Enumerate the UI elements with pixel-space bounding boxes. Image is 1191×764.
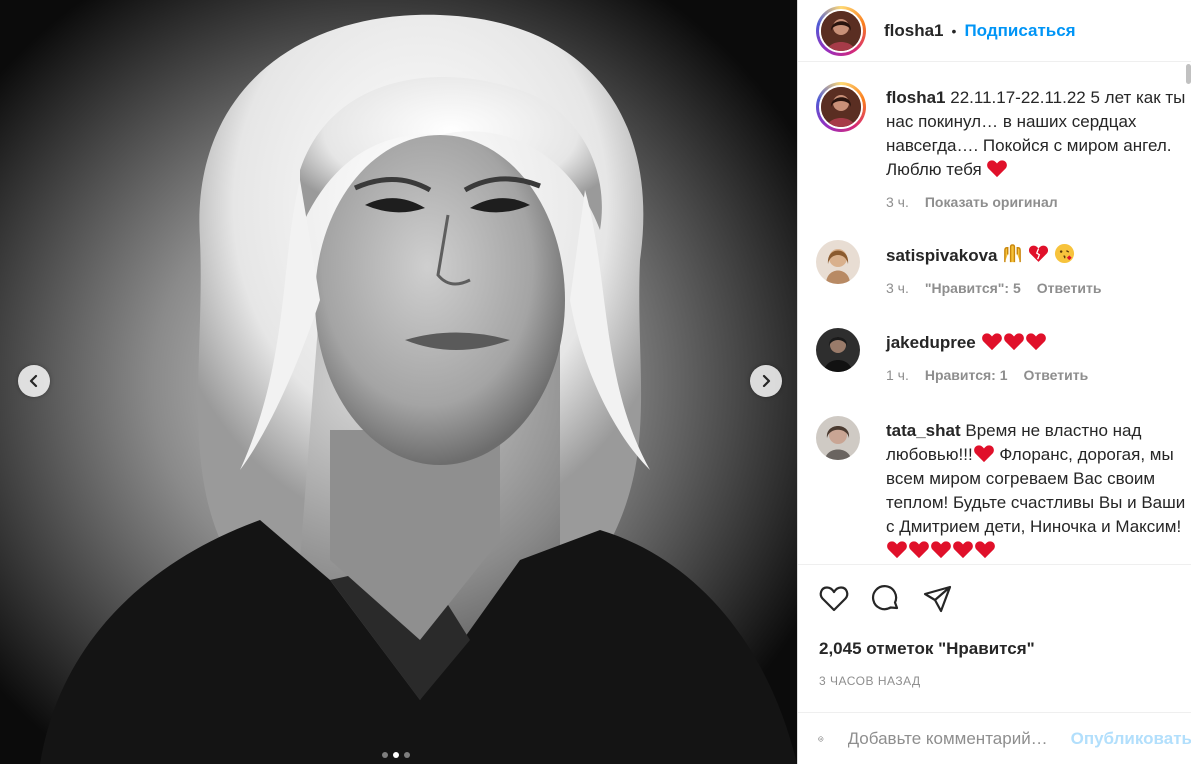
red-heart-icon (973, 445, 994, 463)
broken-heart-icon (1028, 245, 1049, 262)
avatar-image (816, 240, 860, 284)
post-photo (0, 0, 797, 764)
comment-username[interactable]: jakedupree (886, 333, 976, 352)
red-heart-icon (981, 333, 1002, 351)
avatar-image (821, 87, 861, 127)
hands-raised-icon (1004, 244, 1022, 263)
red-heart-icon (1025, 333, 1046, 351)
red-heart-icon (987, 160, 1008, 178)
author-username[interactable]: flosha1 (884, 21, 944, 41)
comment-item: satispivakova 3 ч. "Нравится": 5 Ответит… (816, 240, 1186, 296)
previous-slide-button[interactable] (18, 365, 50, 397)
follow-button[interactable]: Подписаться (964, 21, 1075, 41)
comment-item: jakedupree 1 ч. Нравится: 1 Ответить (816, 328, 1186, 383)
avatar-image (821, 10, 861, 51)
post-header: flosha1 • Подписаться (798, 0, 1191, 62)
comment-username[interactable]: satispivakova (886, 246, 998, 265)
add-comment-bar: Опубликовать (798, 712, 1191, 764)
red-heart-icon (887, 541, 907, 559)
comment-likes-button[interactable]: Нравится: 1 (925, 367, 1008, 383)
caption-username[interactable]: flosha1 (886, 88, 946, 107)
caption-time: 3 ч. (886, 194, 909, 210)
commenter-avatar[interactable] (816, 328, 860, 372)
post-caption: flosha1 22.11.17-22.11.22 5 лет как ты н… (816, 82, 1186, 210)
reply-button[interactable]: Ответить (1024, 367, 1089, 383)
commenter-avatar[interactable] (816, 240, 860, 284)
comment-likes-button[interactable]: "Нравится": 5 (925, 280, 1021, 296)
chevron-left-icon (29, 374, 38, 388)
comment-time: 1 ч. (886, 367, 909, 383)
comment-item: tata_shat Время не властно над любовью!!… (816, 416, 1186, 563)
chevron-right-icon (762, 374, 771, 388)
carousel-dot (382, 752, 388, 758)
caption-author-avatar[interactable] (816, 82, 866, 132)
next-slide-button[interactable] (750, 365, 782, 397)
reply-button[interactable]: Ответить (1037, 280, 1102, 296)
face-blowing-kiss-icon (1054, 243, 1074, 264)
carousel-dot (404, 752, 410, 758)
red-heart-icon (1003, 333, 1024, 351)
comment-username[interactable]: tata_shat (886, 421, 961, 440)
comments-list[interactable]: flosha1 22.11.17-22.11.22 5 лет как ты н… (798, 62, 1191, 564)
comment-input[interactable] (847, 728, 1069, 749)
share-icon[interactable] (922, 583, 954, 615)
red-heart-icon (931, 541, 951, 559)
avatar-image (816, 416, 860, 460)
post-side-panel: flosha1 • Подписаться flosha1 22.11.17-2… (797, 0, 1191, 764)
comment-icon[interactable] (870, 583, 902, 615)
red-heart-icon (953, 541, 973, 559)
emoji-icon[interactable] (818, 723, 824, 755)
post-media (0, 0, 797, 764)
header-separator: • (951, 22, 957, 39)
comment-time: 3 ч. (886, 280, 909, 296)
author-avatar[interactable] (816, 5, 866, 56)
post-timestamp: 3 ЧАСОВ НАЗАД (819, 674, 921, 688)
red-heart-icon (909, 541, 929, 559)
show-original-button[interactable]: Показать оригинал (925, 194, 1058, 210)
carousel-indicator (382, 752, 410, 758)
carousel-dot-active (393, 752, 399, 758)
publish-button[interactable]: Опубликовать (1071, 729, 1191, 749)
likes-count[interactable]: 2,045 отметок "Нравится" (819, 639, 1035, 659)
red-heart-icon (975, 541, 995, 559)
heart-icon[interactable] (818, 583, 850, 615)
commenter-avatar[interactable] (816, 416, 860, 460)
avatar-image (816, 328, 860, 372)
post-actions: 2,045 отметок "Нравится" 3 ЧАСОВ НАЗАД (798, 564, 1191, 714)
